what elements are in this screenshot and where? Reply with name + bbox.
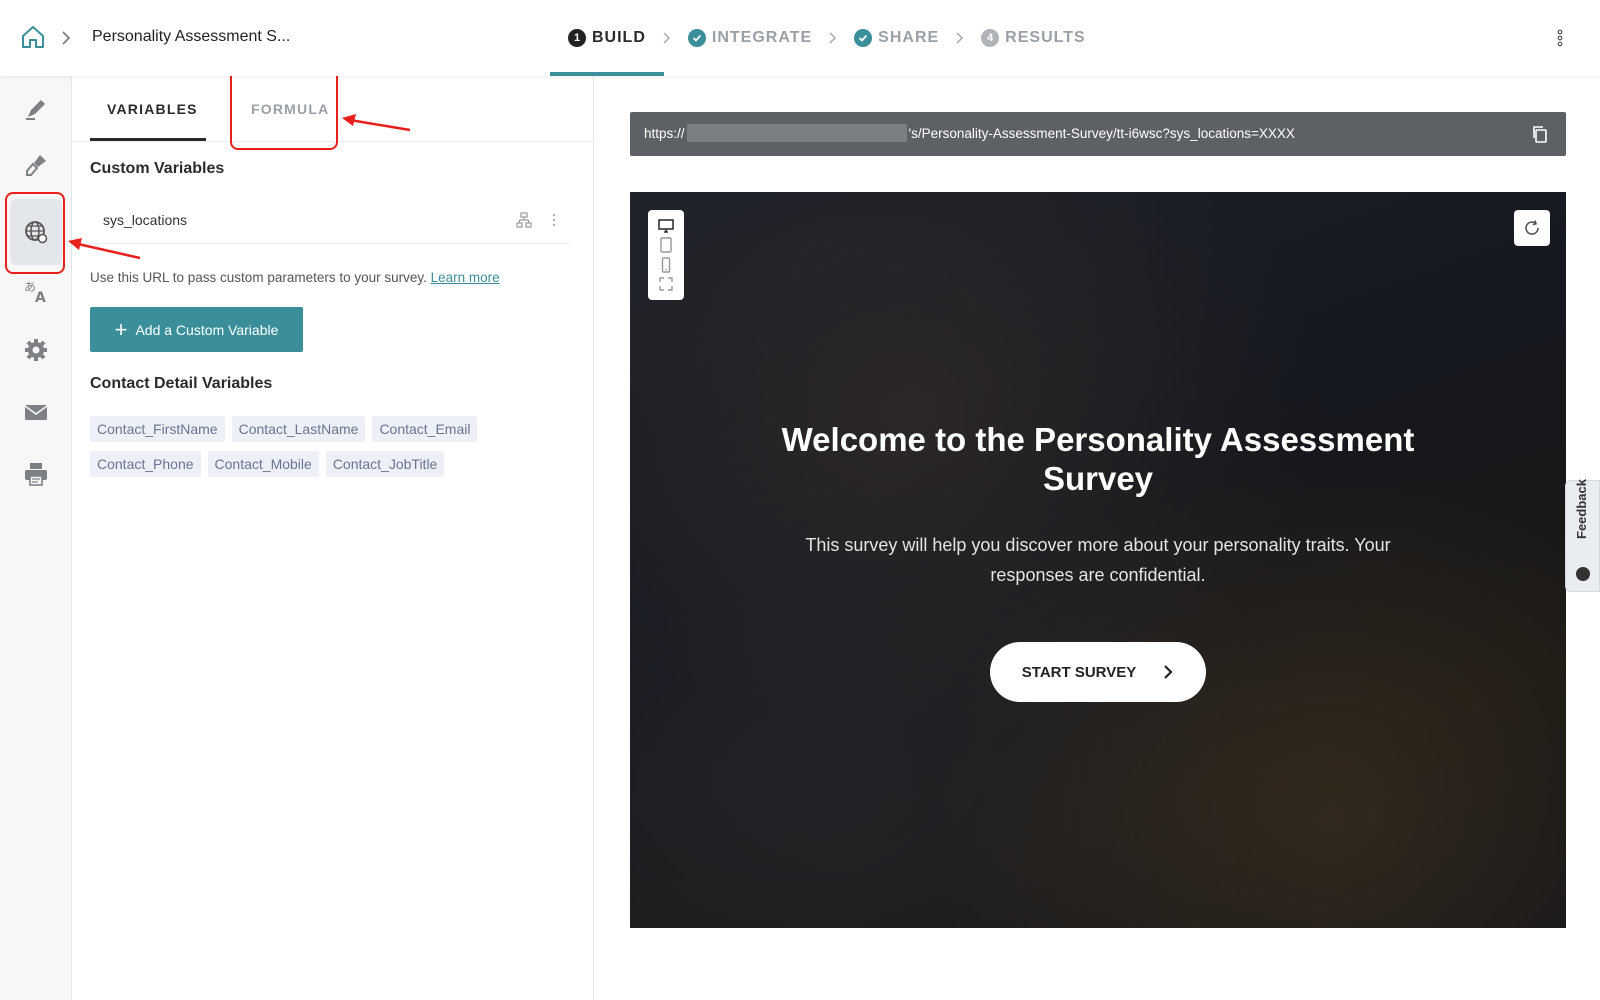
custom-variable-name: sys_locations xyxy=(103,212,188,228)
step-number-badge: 4 xyxy=(981,29,1000,47)
step-nav: 1 BUILD INTEGRATE SHARE 4 RESULTS xyxy=(550,0,1086,76)
survey-url: https:// 's/Personality-Assessment-Survey… xyxy=(644,123,1295,142)
plus-icon: + xyxy=(114,316,128,342)
fullscreen-icon[interactable] xyxy=(658,276,674,292)
url-prefix: https:// xyxy=(644,126,685,141)
active-tab-indicator xyxy=(90,138,206,141)
rail-settings[interactable] xyxy=(17,331,55,369)
copy-icon[interactable] xyxy=(1530,124,1550,144)
variables-panel: VARIABLES FORMULA Custom Variables sys_l… xyxy=(72,76,594,1000)
annotation-arrow xyxy=(342,114,411,132)
home-icon[interactable] xyxy=(20,24,46,50)
contact-variables-heading: Contact Detail Variables xyxy=(90,375,273,392)
refresh-icon xyxy=(1525,220,1539,235)
feedback-icon xyxy=(1576,567,1590,581)
check-icon xyxy=(854,29,873,47)
welcome-description: This survey will help you discover more … xyxy=(805,535,1391,585)
mail-icon xyxy=(24,405,48,420)
survey-preview-area: https:// 's/Personality-Assessment-Survey… xyxy=(594,76,1600,1000)
help-text: Use this URL to pass custom parameters t… xyxy=(90,270,427,285)
contact-chip[interactable]: Contact_Phone xyxy=(90,451,201,477)
annotation-box-formula xyxy=(230,68,338,150)
annotation-arrow xyxy=(68,238,141,260)
check-icon xyxy=(687,29,706,47)
rail-translate[interactable]: あA xyxy=(17,272,55,310)
device-toolbar xyxy=(648,210,684,300)
more-vertical-icon[interactable] xyxy=(551,212,557,228)
svg-text:A: A xyxy=(35,290,46,304)
custom-variables-heading: Custom Variables xyxy=(90,160,225,177)
brush-icon xyxy=(26,155,46,176)
edit-icon xyxy=(26,100,45,120)
contact-chip[interactable]: Contact_Email xyxy=(372,416,478,442)
step-label: BUILD xyxy=(592,29,646,46)
survey-preview-frame: Welcome to the Personality Assessment Su… xyxy=(630,192,1566,928)
survey-title[interactable]: Personality Assessment S... xyxy=(92,28,290,46)
start-survey-button[interactable]: START SURVEY xyxy=(990,642,1206,702)
contact-chip[interactable]: Contact_FirstName xyxy=(90,416,225,442)
step-label: INTEGRATE xyxy=(711,29,813,46)
chevron-right-icon xyxy=(829,32,837,44)
tablet-icon[interactable] xyxy=(658,237,674,253)
url-suffix: 's/Personality-Assessment-Survey/tt-i6ws… xyxy=(908,126,1295,141)
contact-chip[interactable]: Contact_Mobile xyxy=(207,451,319,477)
refresh-preview-button[interactable] xyxy=(1514,210,1550,246)
add-button-label: Add a Custom Variable xyxy=(135,321,279,338)
step-integrate[interactable]: INTEGRATE xyxy=(687,0,813,76)
gear-icon xyxy=(25,339,47,361)
chevron-right-icon xyxy=(62,31,71,45)
add-custom-variable-button[interactable]: + Add a Custom Variable xyxy=(90,307,303,352)
rail-email[interactable] xyxy=(17,393,55,431)
step-build[interactable]: 1 BUILD xyxy=(550,0,664,76)
desktop-icon[interactable] xyxy=(658,218,674,234)
annotation-box-globe xyxy=(5,192,65,274)
step-number-badge: 1 xyxy=(568,29,586,47)
step-results[interactable]: 4 RESULTS xyxy=(981,0,1085,76)
rail-edit[interactable] xyxy=(17,90,55,128)
chevron-right-icon xyxy=(663,32,670,44)
translate-icon: あA xyxy=(24,280,46,304)
rail-theme[interactable] xyxy=(17,146,55,184)
contact-chip[interactable]: Contact_LastName xyxy=(231,416,366,442)
rail-print[interactable] xyxy=(17,455,55,493)
step-share[interactable]: SHARE xyxy=(854,0,939,76)
tab-variables[interactable]: VARIABLES xyxy=(107,101,198,117)
contact-variable-chips: Contact_FirstName Contact_LastName Contact… xyxy=(90,416,570,486)
feedback-label: Feedback xyxy=(1574,479,1589,539)
redacted-url-segment xyxy=(686,123,907,142)
top-bar: Personality Assessment S... 1 BUILD INTE… xyxy=(0,0,1600,76)
custom-variable-row[interactable]: sys_locations xyxy=(90,196,570,244)
survey-url-bar[interactable]: https:// 's/Personality-Assessment-Survey… xyxy=(630,112,1566,156)
print-icon xyxy=(25,463,47,486)
feedback-tab[interactable]: Feedback xyxy=(1565,479,1600,592)
contact-chip[interactable]: Contact_JobTitle xyxy=(325,451,445,477)
welcome-title: Welcome to the Personality Assessment Su… xyxy=(781,421,1415,497)
phone-icon[interactable] xyxy=(658,257,674,273)
start-survey-label: START SURVEY xyxy=(1021,663,1137,681)
chevron-right-icon xyxy=(956,32,964,44)
step-label: RESULTS xyxy=(1005,29,1086,46)
step-label: SHARE xyxy=(878,29,940,46)
learn-more-link[interactable]: Learn more xyxy=(431,270,500,285)
custom-variables-help: Use this URL to pass custom parameters t… xyxy=(90,270,500,285)
hierarchy-icon[interactable] xyxy=(516,212,532,228)
more-vertical-icon[interactable] xyxy=(1556,28,1564,48)
chevron-right-icon xyxy=(1164,665,1173,679)
